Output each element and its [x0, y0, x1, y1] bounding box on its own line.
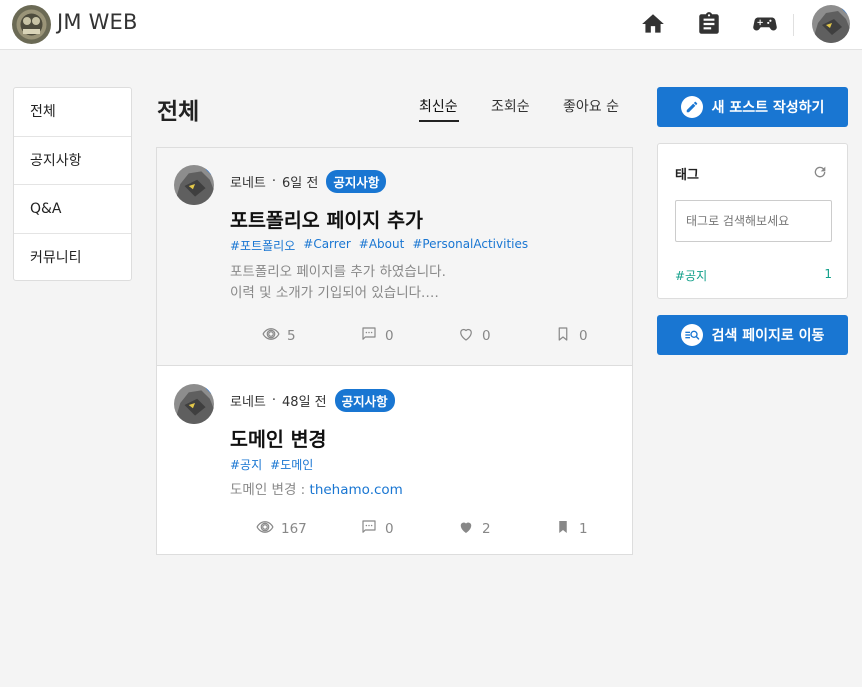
view-count: 5: [262, 325, 296, 347]
excerpt-text: 도메인 변경 :: [230, 482, 310, 498]
post-tags: #포트폴리오 #Carrer #About #PersonalActivitie…: [230, 237, 528, 254]
new-post-button[interactable]: 새 포스트 작성하기: [657, 87, 848, 127]
post-stats: 5 0 0 0: [157, 325, 632, 345]
new-post-label: 새 포스트 작성하기: [711, 100, 825, 116]
bookmark-outline-icon: [554, 325, 572, 347]
home-icon[interactable]: [640, 11, 666, 37]
author-name[interactable]: 로네트: [230, 391, 266, 410]
view-count-value: 5: [287, 328, 296, 344]
post-excerpt[interactable]: 포트폴리오 페이지를 추가 하였습니다. 이력 및 소개가 기입되어 있습니다.…: [230, 262, 446, 304]
author-avatar[interactable]: [174, 384, 214, 424]
post-list: 로네트 · 6일 전 공지사항 포트폴리오 페이지 추가 #포트폴리오 #Car…: [156, 147, 633, 555]
post-title[interactable]: 도메인 변경: [230, 423, 327, 452]
site-logo[interactable]: [12, 5, 51, 44]
post-time: 48일 전: [282, 395, 327, 410]
post-tag[interactable]: #공지: [230, 456, 262, 473]
like-count-value: 2: [482, 521, 491, 537]
sort-active-indicator: [419, 120, 459, 122]
post-stats: 167 0 2 1: [157, 518, 632, 538]
view-count: 167: [256, 518, 307, 540]
tag-count: 1: [824, 267, 832, 281]
author-avatar[interactable]: [174, 165, 214, 205]
category-badge[interactable]: 공지사항: [326, 170, 387, 193]
nav-item-qna[interactable]: Q&A: [14, 185, 131, 234]
excerpt-line: 이력 및 소개가 기입되어 있습니다.…: [230, 285, 439, 301]
post-excerpt[interactable]: 도메인 변경 : thehamo.com: [230, 480, 403, 501]
post-tags: #공지 #도메인: [230, 456, 313, 473]
tag-name: #공지: [675, 269, 708, 283]
meta-separator: ·: [271, 393, 277, 408]
comment-count-value: 0: [385, 521, 394, 537]
search-list-icon: [680, 324, 703, 346]
post-tag[interactable]: #포트폴리오: [230, 237, 295, 254]
like-count[interactable]: 2: [457, 518, 491, 540]
comment-count[interactable]: 0: [360, 518, 394, 540]
bookmark-count[interactable]: 0: [554, 325, 588, 347]
tag-panel-title: 태그: [675, 168, 699, 183]
comment-count-value: 0: [385, 328, 394, 344]
excerpt-link[interactable]: thehamo.com: [310, 482, 403, 498]
heart-filled-icon: [457, 518, 475, 540]
sort-latest[interactable]: 최신순: [419, 96, 458, 116]
eye-icon: [262, 325, 280, 347]
sort-views[interactable]: 조회순: [491, 96, 530, 116]
tag-search-input[interactable]: [675, 200, 832, 242]
nav-item-community[interactable]: 커뮤니티: [14, 234, 131, 283]
pencil-icon: [680, 96, 703, 118]
meta-separator: ·: [271, 174, 277, 189]
comment-count[interactable]: 0: [360, 325, 394, 347]
refresh-icon[interactable]: [812, 164, 828, 180]
page-title: 전체: [157, 99, 200, 125]
post-tag[interactable]: #도메인: [270, 456, 313, 473]
post-tag[interactable]: #PersonalActivities: [412, 237, 528, 254]
category-nav: 전체 공지사항 Q&A 커뮤니티: [13, 87, 132, 281]
bookmark-count-value: 1: [579, 521, 588, 537]
clipboard-icon[interactable]: [696, 11, 722, 37]
post-tag[interactable]: #Carrer: [303, 237, 351, 254]
comment-icon: [360, 518, 378, 540]
search-page-button[interactable]: 검색 페이지로 이동: [657, 315, 848, 355]
post-meta: 로네트 · 6일 전 공지사항: [230, 170, 387, 193]
eye-icon: [256, 518, 274, 540]
like-count[interactable]: 0: [457, 325, 491, 347]
post-title[interactable]: 포트폴리오 페이지 추가: [230, 204, 423, 233]
post-tag[interactable]: #About: [359, 237, 405, 254]
tag-list-item[interactable]: #공지 1: [675, 267, 832, 284]
bookmark-filled-icon: [554, 518, 572, 540]
view-count-value: 167: [281, 521, 307, 537]
comment-icon: [360, 325, 378, 347]
gamepad-icon[interactable]: [752, 11, 778, 37]
brand-name[interactable]: JM WEB: [57, 10, 138, 34]
like-count-value: 0: [482, 328, 491, 344]
post-card[interactable]: 로네트 · 6일 전 공지사항 포트폴리오 페이지 추가 #포트폴리오 #Car…: [157, 148, 632, 366]
author-name[interactable]: 로네트: [230, 172, 266, 191]
top-header: JM WEB: [0, 0, 862, 50]
header-divider: [793, 14, 794, 36]
post-meta: 로네트 · 48일 전 공지사항: [230, 389, 395, 412]
heart-outline-icon: [457, 325, 475, 347]
post-time: 6일 전: [282, 176, 319, 191]
bookmark-count[interactable]: 1: [554, 518, 588, 540]
nav-item-all[interactable]: 전체: [14, 88, 131, 137]
tag-panel: 태그 #공지 1: [657, 143, 848, 299]
category-badge[interactable]: 공지사항: [334, 389, 395, 412]
nav-item-notice[interactable]: 공지사항: [14, 137, 131, 185]
post-card[interactable]: 로네트 · 48일 전 공지사항 도메인 변경 #공지 #도메인 도메인 변경 …: [157, 367, 632, 554]
search-page-label: 검색 페이지로 이동: [711, 328, 825, 344]
sort-likes[interactable]: 좋아요 순: [563, 96, 619, 116]
excerpt-line: 포트폴리오 페이지를 추가 하였습니다.: [230, 264, 446, 280]
bookmark-count-value: 0: [579, 328, 588, 344]
user-avatar[interactable]: [812, 5, 850, 43]
